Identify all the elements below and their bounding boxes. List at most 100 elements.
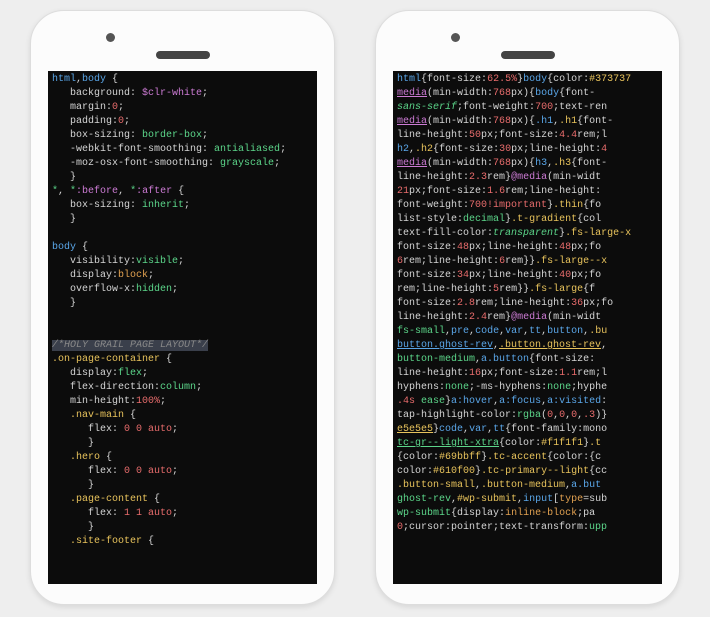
t: font-size	[499, 130, 553, 141]
t: font-	[565, 88, 595, 99]
t: color	[553, 74, 583, 85]
token: 0 0 auto	[124, 424, 172, 435]
token: ;	[196, 382, 202, 393]
t: 2.3	[469, 172, 487, 183]
t: rem;	[403, 256, 427, 267]
t: inline-block	[505, 508, 577, 519]
t: #f1f1f1	[541, 438, 583, 449]
t: media	[397, 88, 427, 99]
phone-speaker	[501, 51, 555, 59]
t: px;fo	[583, 298, 613, 309]
t: media	[397, 158, 427, 169]
t: {cc	[589, 466, 607, 477]
t: font-size	[397, 298, 451, 309]
token: overflow-x	[52, 284, 130, 295]
t: tt	[493, 424, 505, 435]
t: line-height	[397, 130, 463, 141]
token: grayscale	[220, 158, 274, 169]
t: color	[397, 466, 427, 477]
t: 700	[469, 200, 487, 211]
t: 768	[493, 158, 511, 169]
t: .fs-large--x	[535, 256, 607, 267]
token: .page-content	[52, 494, 148, 505]
t: {fo	[583, 200, 601, 211]
code-screen-right: html{font-size:62.5%}body{color:#373737 …	[393, 71, 662, 584]
t: .h3	[553, 158, 571, 169]
t: a:visited	[547, 396, 601, 407]
t: color	[403, 452, 433, 463]
t: px;	[511, 144, 529, 155]
t: .h1	[559, 116, 577, 127]
comment: /*HOLY GRAIL PAGE LAYOUT*/	[52, 340, 208, 351]
t: 30	[499, 144, 511, 155]
t: var	[469, 424, 487, 435]
token: {	[160, 354, 172, 365]
t: ,	[601, 340, 607, 351]
token: column	[160, 382, 196, 393]
token: border-box	[142, 130, 202, 141]
t: rem;	[475, 298, 499, 309]
token: }	[52, 298, 76, 309]
token: .nav-main	[52, 410, 124, 421]
t: #69bbff	[439, 452, 481, 463]
t: line-height	[487, 242, 553, 253]
t: (min-widt	[547, 312, 601, 323]
t: ;pa	[577, 508, 595, 519]
token: ;	[280, 144, 286, 155]
t: body	[535, 88, 559, 99]
t: tc-gr--light-xtra	[397, 438, 499, 449]
token: antialiased	[214, 144, 280, 155]
t: line-height	[397, 368, 463, 379]
t: color	[553, 452, 583, 463]
token: ,	[58, 186, 70, 197]
t: button	[547, 326, 583, 337]
token: display	[52, 270, 112, 281]
t: rem}}	[499, 284, 529, 295]
token: block	[118, 270, 148, 281]
t: line-height	[427, 256, 493, 267]
t: rem}}	[505, 256, 535, 267]
t: .h2	[415, 144, 433, 155]
t: l	[601, 130, 607, 141]
t: line-height	[499, 298, 565, 309]
t: .4s	[397, 396, 415, 407]
t: 2.4	[469, 312, 487, 323]
token: :	[208, 158, 220, 169]
t: 48	[559, 242, 571, 253]
t: 34	[457, 270, 469, 281]
t: :	[601, 396, 607, 407]
token: ;	[160, 396, 166, 407]
t: 4	[601, 144, 607, 155]
t: @media	[511, 312, 547, 323]
t: media	[397, 116, 427, 127]
t: 2.8	[457, 298, 475, 309]
t: rem}	[487, 172, 511, 183]
t: )}	[595, 410, 607, 421]
t: decimal	[463, 214, 505, 225]
token: :	[130, 200, 142, 211]
t: rem;	[577, 130, 601, 141]
t: e5e5e5	[397, 424, 433, 435]
t: px;	[481, 368, 499, 379]
token: .site-footer	[52, 536, 142, 547]
token: ;	[274, 158, 280, 169]
t: {f	[583, 284, 595, 295]
token: :	[130, 88, 142, 99]
token: .hero	[52, 452, 100, 463]
t: 4.4	[559, 130, 577, 141]
t: .button-medium	[481, 480, 565, 491]
t: rem;	[397, 284, 421, 295]
t: =sub	[583, 494, 607, 505]
t: none	[547, 382, 571, 393]
t: px;fo	[571, 242, 601, 253]
t: #373737	[589, 74, 631, 85]
phone-sensor	[106, 33, 115, 42]
token: {	[148, 494, 160, 505]
token: :after	[136, 186, 172, 197]
t: 40	[559, 270, 571, 281]
t: .tc-accent	[487, 452, 547, 463]
t: line-height	[487, 270, 553, 281]
t: #wp-submit	[457, 494, 517, 505]
t: font-family	[511, 424, 577, 435]
token: ;	[172, 424, 178, 435]
